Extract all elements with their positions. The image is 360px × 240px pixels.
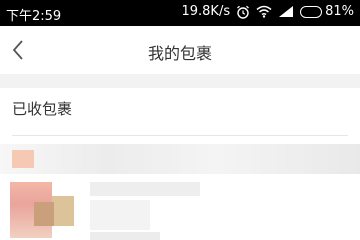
page-title: 我的包裹	[147, 44, 212, 63]
wifi-icon	[256, 5, 272, 18]
status-time: 下午2:59	[6, 9, 62, 24]
battery-indicator: 81%	[300, 4, 354, 19]
blurred-product-text	[90, 182, 200, 196]
section-gap	[0, 74, 360, 88]
battery-icon	[300, 5, 323, 18]
blurred-product-thumbnail-2	[52, 196, 74, 226]
blurred-product-text-3	[90, 232, 160, 240]
battery-percent: 81%	[325, 4, 354, 19]
signal-icon	[278, 5, 294, 18]
blurred-product-text-2	[90, 200, 150, 230]
status-bar: 下午2:59 19.8K/s 81%	[0, 0, 360, 26]
network-speed: 19.8K/s	[181, 4, 231, 19]
blurred-product-thumbnail-3	[34, 202, 54, 226]
package-list-item[interactable]	[0, 136, 360, 240]
blurred-store-avatar	[12, 150, 34, 168]
section-title: 已收包裹	[12, 100, 73, 118]
nav-bar: 我的包裹	[0, 26, 360, 74]
status-icons: 19.8K/s 81%	[181, 4, 354, 19]
blurred-store-row	[0, 144, 360, 174]
alarm-icon	[236, 5, 250, 19]
